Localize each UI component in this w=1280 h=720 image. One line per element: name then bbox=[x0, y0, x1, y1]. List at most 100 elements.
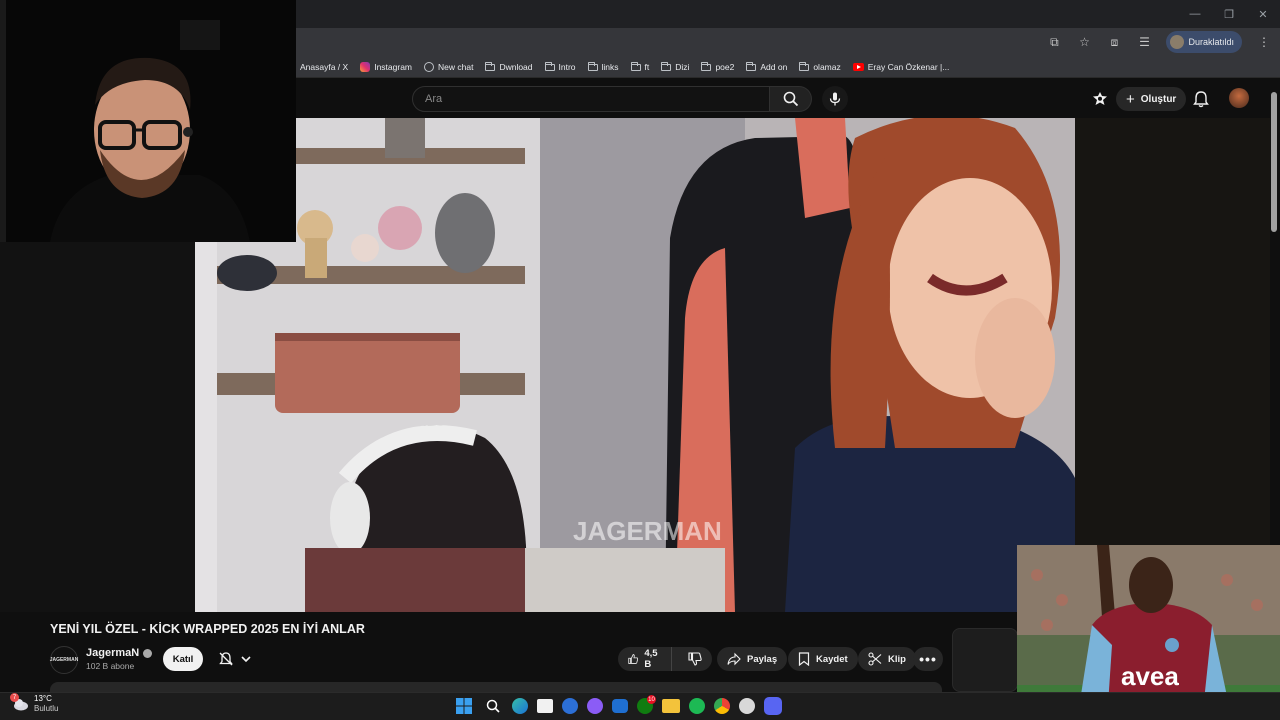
verified-icon bbox=[143, 648, 153, 658]
edge-browser-icon[interactable] bbox=[512, 698, 528, 714]
webcam-overlay bbox=[0, 0, 296, 242]
clip-button[interactable]: Klip bbox=[858, 647, 916, 671]
steam-icon[interactable] bbox=[739, 698, 755, 714]
bookmark-label: Add on bbox=[760, 62, 788, 72]
scissors-icon bbox=[868, 652, 882, 666]
bookmark-folder[interactable]: Dizi bbox=[661, 61, 690, 72]
subscription-notification-button[interactable] bbox=[212, 647, 258, 671]
extensions-icon[interactable]: ⧈ bbox=[1106, 34, 1122, 50]
mail-icon[interactable] bbox=[612, 699, 628, 713]
chrome-icon[interactable] bbox=[714, 698, 730, 714]
voice-search-button[interactable] bbox=[822, 86, 848, 112]
profile-label: Duraklatıldı bbox=[1188, 37, 1234, 47]
search-input[interactable]: Ara bbox=[412, 86, 770, 112]
search-icon[interactable] bbox=[483, 696, 503, 716]
bookmark-folder[interactable]: poe2 bbox=[701, 61, 734, 72]
description-box[interactable] bbox=[50, 682, 942, 692]
save-button[interactable]: Kaydet bbox=[788, 647, 858, 671]
bookmark-label: olamaz bbox=[813, 62, 841, 72]
folder-icon bbox=[799, 61, 810, 71]
thumbs-up-icon bbox=[628, 654, 639, 664]
search-placeholder: Ara bbox=[425, 93, 443, 105]
bookmark-folder[interactable]: Intro bbox=[544, 61, 576, 72]
window-controls: — ❐ ✕ bbox=[1178, 0, 1280, 28]
clip-label: Klip bbox=[888, 653, 906, 665]
weather-widget[interactable]: 7 13°C Bulutlu bbox=[10, 693, 59, 714]
notifications-bell-icon[interactable] bbox=[1192, 90, 1210, 108]
channel-avatar[interactable]: JAGERMAN bbox=[50, 646, 78, 674]
more-menu-icon[interactable]: ⋮ bbox=[1256, 34, 1272, 50]
folder-icon bbox=[701, 61, 712, 71]
messenger-icon[interactable] bbox=[587, 698, 603, 714]
windows-start-icon[interactable] bbox=[454, 696, 474, 716]
search-button[interactable] bbox=[770, 86, 812, 112]
account-avatar[interactable] bbox=[1229, 88, 1249, 108]
youtube-icon bbox=[852, 63, 864, 71]
minimize-icon[interactable]: — bbox=[1178, 0, 1212, 28]
bookmark-label: Dwnload bbox=[499, 62, 533, 72]
xbox-icon[interactable]: 10 bbox=[637, 695, 656, 714]
bookmark-label: Instagram bbox=[374, 62, 412, 72]
bookmark-label: links bbox=[601, 62, 619, 72]
share-label: Paylaş bbox=[747, 653, 778, 665]
app-launcher-icon[interactable] bbox=[562, 698, 578, 714]
chevron-down-icon bbox=[241, 656, 251, 663]
bookmarks-list: Anasayfa / X Instagram New chat Dwnload … bbox=[300, 56, 949, 78]
create-button[interactable]: + Oluştur bbox=[1116, 87, 1187, 111]
weather-condition: Bulutlu bbox=[34, 704, 59, 713]
video-player[interactable]: JAGERMAN bbox=[195, 118, 1075, 612]
toolbar-actions: ⧉ ☆ ⧈ ☰ Duraklatıldı ⋮ bbox=[1046, 30, 1272, 54]
search-icon bbox=[783, 91, 798, 107]
folder-icon bbox=[630, 61, 641, 71]
restore-icon[interactable]: ❐ bbox=[1212, 0, 1246, 28]
discord-icon[interactable] bbox=[764, 697, 782, 715]
page-scrollbar[interactable] bbox=[1271, 92, 1277, 232]
save-label: Kaydet bbox=[816, 653, 848, 665]
folder-icon bbox=[544, 61, 555, 71]
create-label: Oluştur bbox=[1140, 93, 1177, 105]
bookmark-folder[interactable]: olamaz bbox=[799, 61, 841, 72]
bookmark-star-icon[interactable]: ☆ bbox=[1076, 34, 1092, 50]
bookmark-label: Dizi bbox=[675, 62, 690, 72]
close-icon[interactable]: ✕ bbox=[1246, 0, 1280, 28]
more-horizontal-icon: ••• bbox=[919, 651, 937, 667]
webcam-feed bbox=[0, 0, 296, 242]
cast-icon[interactable] bbox=[1092, 91, 1108, 107]
video-watermark: JAGERMAN bbox=[573, 516, 722, 546]
bookmark-folder[interactable]: links bbox=[587, 61, 619, 72]
bookmark-item[interactable]: Instagram bbox=[360, 62, 412, 72]
xbox-badge: 10 bbox=[647, 695, 656, 704]
profile-chip[interactable]: Duraklatıldı bbox=[1166, 31, 1242, 53]
spotify-icon[interactable] bbox=[689, 698, 705, 714]
video-title: YENİ YIL ÖZEL - KİCK WRAPPED 2025 EN İYİ… bbox=[50, 622, 365, 636]
recommended-thumbnail[interactable] bbox=[952, 628, 1018, 692]
bookmark-item[interactable]: New chat bbox=[424, 62, 473, 72]
bookmark-folder[interactable]: ft bbox=[630, 61, 650, 72]
bookmark-item[interactable]: Anasayfa / X bbox=[300, 62, 348, 72]
join-button[interactable]: Katıl bbox=[163, 647, 203, 671]
microsoft-store-icon[interactable] bbox=[537, 699, 553, 713]
reading-list-icon[interactable]: ☰ bbox=[1136, 34, 1152, 50]
folder-icon bbox=[485, 61, 496, 71]
profile-avatar bbox=[1170, 35, 1185, 49]
thumbs-down-icon bbox=[688, 652, 702, 666]
bookmark-item[interactable]: Eray Can Özkenar |... bbox=[852, 62, 949, 72]
bookmark-label: Intro bbox=[558, 62, 576, 72]
page-background bbox=[0, 242, 195, 612]
subscriber-count: 102 B abone bbox=[86, 661, 135, 671]
install-app-icon[interactable]: ⧉ bbox=[1046, 34, 1062, 50]
folder-icon bbox=[661, 61, 672, 71]
share-button[interactable]: Paylaş bbox=[717, 647, 788, 671]
microphone-icon bbox=[829, 92, 841, 106]
bookmark-icon bbox=[798, 652, 810, 666]
channel-name[interactable]: JagermaN bbox=[86, 647, 153, 659]
weather-badge: 7 bbox=[10, 693, 19, 702]
globe-icon bbox=[424, 62, 434, 72]
bookmark-folder[interactable]: Add on bbox=[746, 61, 788, 72]
bookmark-folder[interactable]: Dwnload bbox=[485, 61, 533, 72]
bookmark-label: ft bbox=[644, 62, 650, 72]
like-button[interactable]: 4,5 B bbox=[618, 647, 673, 671]
more-actions-button[interactable]: ••• bbox=[913, 647, 943, 671]
dislike-button[interactable] bbox=[678, 647, 712, 671]
file-explorer-icon[interactable] bbox=[662, 699, 680, 713]
